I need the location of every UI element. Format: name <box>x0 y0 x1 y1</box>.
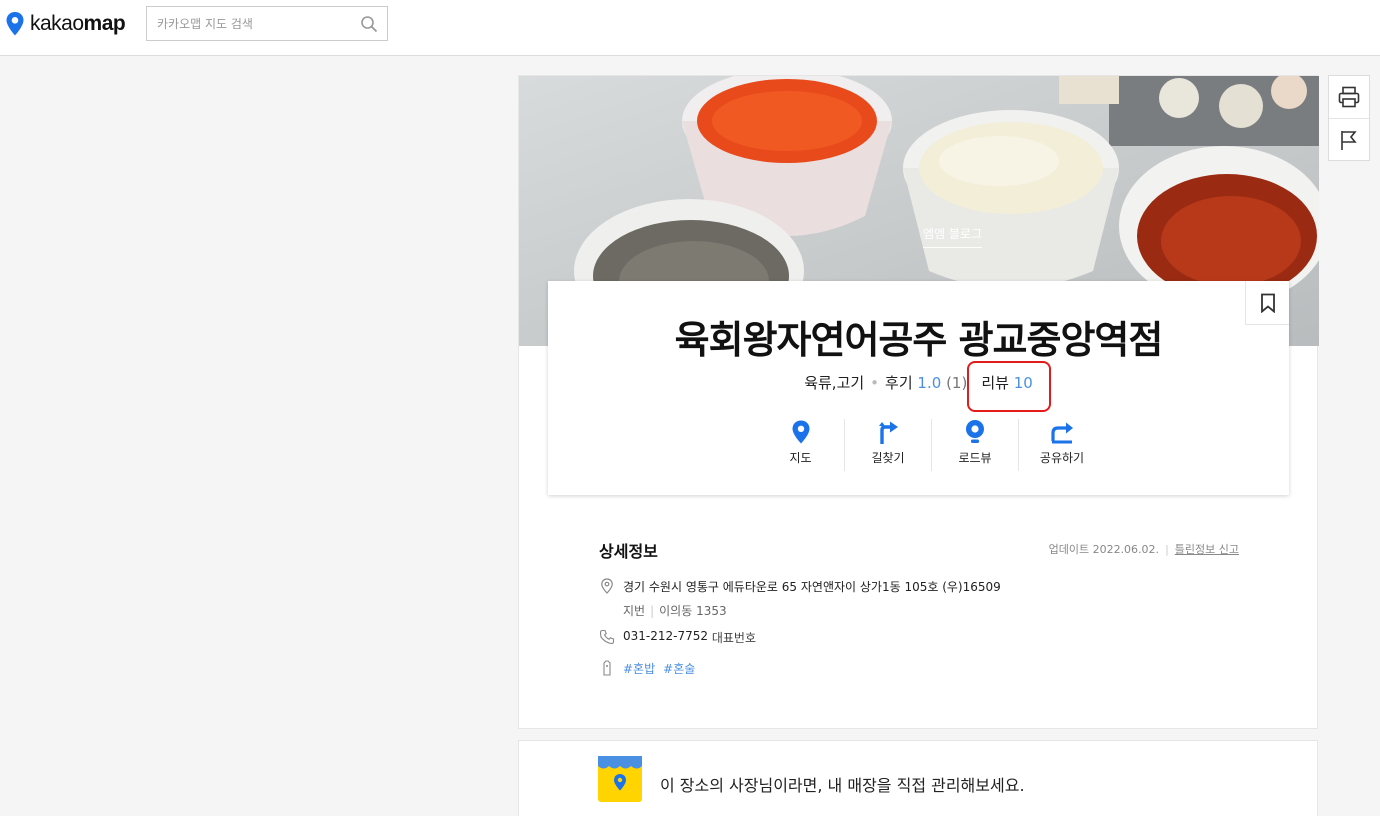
map-action-button[interactable]: 지도 <box>757 419 844 471</box>
roadview-icon <box>966 420 984 443</box>
rating-link[interactable]: 후기 1.0 (1) <box>885 374 967 392</box>
lot-label: 지번 <box>623 604 646 618</box>
action-bar: 지도 길찾기 로드뷰 공유하기 <box>757 419 1105 471</box>
report-error-link[interactable]: 틀린정보 신고 <box>1175 543 1239 556</box>
rating-count: (1) <box>946 374 968 392</box>
logo-bold: map <box>83 12 126 35</box>
top-header: kakaomap <box>0 0 1380 56</box>
review-link[interactable]: 리뷰 10 <box>967 361 1052 412</box>
tags-row: #혼밥 #혼술 <box>599 660 703 677</box>
directions-action-button[interactable]: 길찾기 <box>844 419 931 471</box>
rating-label: 후기 <box>885 374 913 392</box>
location-pin-icon <box>792 420 809 444</box>
review-count: 10 <box>1013 374 1033 392</box>
photo-source-link[interactable]: 엠엠 블로그 <box>923 225 983 248</box>
lot-value: 이의동 1353 <box>659 604 727 618</box>
side-tools <box>1328 75 1370 161</box>
lot-address: 지번 | 이의동 1353 <box>623 602 1001 619</box>
search-box <box>146 6 388 41</box>
tag-link[interactable]: #혼밥 <box>623 660 655 677</box>
map-pin-icon <box>6 12 24 36</box>
store-pin-icon <box>598 756 642 802</box>
detail-update-info: 업데이트 2022.06.02. | 틀린정보 신고 <box>1049 541 1239 557</box>
roadview-action-button[interactable]: 로드뷰 <box>931 419 1018 471</box>
phone-label: 대표번호 <box>711 631 757 645</box>
search-icon[interactable] <box>360 15 378 33</box>
phone-row: 031-212-7752 대표번호 <box>599 629 756 646</box>
tag-link[interactable]: #혼술 <box>663 660 695 677</box>
tag-icon <box>603 660 611 676</box>
owner-promo-text: 이 장소의 사장님이라면, 내 매장을 직접 관리해보세요. <box>660 776 1025 795</box>
phone-number[interactable]: 031-212-7752 <box>623 629 708 646</box>
address-row: 경기 수원시 영통구 에듀타운로 65 자연앤자이 상가1동 105호 (우)1… <box>599 578 1001 619</box>
phone-icon <box>599 629 615 645</box>
detail-section: 상세정보 업데이트 2022.06.02. | 틀린정보 신고 경기 수원시 영통구… <box>599 538 1239 676</box>
update-separator: | <box>1165 543 1169 556</box>
rating-value: 1.0 <box>917 374 942 392</box>
update-date: 업데이트 2022.06.02. <box>1048 543 1160 556</box>
place-card: 엠엠 블로그 육회왕자연어공주 광교중앙역점 육류,고기 • 후기 1.0 (1) 리… <box>518 75 1319 729</box>
lot-separator: | <box>650 604 655 618</box>
kakaomap-logo[interactable]: kakaomap <box>4 10 126 38</box>
meta-separator: • <box>870 374 880 392</box>
directions-arrow-icon <box>879 421 898 444</box>
print-button[interactable] <box>1329 76 1369 118</box>
search-input[interactable] <box>147 7 347 40</box>
action-label: 길찾기 <box>871 451 905 465</box>
address-text: 경기 수원시 영통구 에듀타운로 65 자연앤자이 상가1동 105호 (우)1… <box>623 580 1001 594</box>
action-label: 로드뷰 <box>958 451 992 465</box>
report-flag-button[interactable] <box>1329 118 1369 160</box>
action-label: 지도 <box>789 451 812 465</box>
place-title: 육회왕자연어공주 광교중앙역점 <box>674 318 1164 362</box>
place-category: 육류,고기 <box>804 374 865 392</box>
logo-brand: kakao <box>30 12 84 35</box>
share-arrow-icon <box>1051 422 1073 444</box>
place-meta: 육류,고기 • 후기 1.0 (1) 리뷰 10 <box>548 361 1289 412</box>
owner-promo-card[interactable]: 이 장소의 사장님이라면, 내 매장을 직접 관리해보세요. <box>518 740 1318 816</box>
flag-icon <box>1341 130 1357 150</box>
location-outline-icon <box>601 578 613 594</box>
printer-icon <box>1338 86 1360 108</box>
place-info-box: 육회왕자연어공주 광교중앙역점 육류,고기 • 후기 1.0 (1) 리뷰 10 지도… <box>548 281 1289 495</box>
logo-text: kakaomap <box>30 12 126 36</box>
share-action-button[interactable]: 공유하기 <box>1018 419 1105 471</box>
review-label: 리뷰 <box>981 374 1009 392</box>
action-label: 공유하기 <box>1039 451 1085 465</box>
